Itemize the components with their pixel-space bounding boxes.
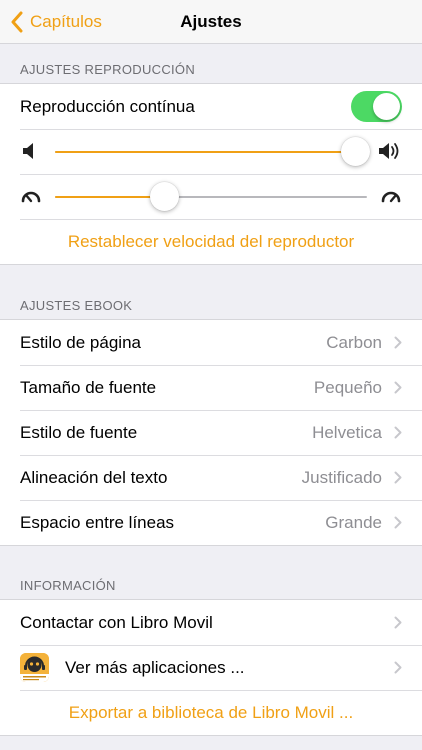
navigation-bar: Capítulos Ajustes bbox=[0, 0, 422, 44]
page-style-value: Carbon bbox=[326, 333, 382, 352]
toggle-knob bbox=[373, 93, 400, 120]
font-size-label: Tamaño de fuente bbox=[20, 378, 157, 397]
continuous-playback-toggle[interactable] bbox=[351, 91, 402, 122]
volume-slider-thumb[interactable] bbox=[340, 137, 370, 166]
app-logo-icon bbox=[20, 653, 49, 682]
playback-settings-group: Reproducción contínua Restablecer veloci… bbox=[0, 83, 422, 265]
font-style-label: Estilo de fuente bbox=[20, 423, 138, 442]
page-style-label: Estilo de página bbox=[20, 333, 141, 352]
speed-slider-thumb[interactable] bbox=[150, 182, 180, 211]
reset-speed-button[interactable]: Restablecer velocidad del reproductor bbox=[0, 219, 422, 264]
chevron-right-icon bbox=[394, 381, 402, 394]
font-size-value: Pequeño bbox=[313, 378, 382, 397]
speed-slider-row bbox=[0, 174, 422, 219]
line-spacing-row[interactable]: Espacio entre líneas Grande bbox=[0, 500, 422, 545]
text-alignment-label: Alineación del texto bbox=[20, 468, 168, 487]
volume-low-icon bbox=[23, 143, 33, 159]
line-spacing-value: Grande bbox=[325, 513, 382, 532]
speed-slow-icon bbox=[21, 191, 41, 203]
page-style-row[interactable]: Estilo de página Carbon bbox=[0, 320, 422, 365]
text-alignment-row[interactable]: Alineación del texto Justificado bbox=[0, 455, 422, 500]
chevron-right-icon bbox=[394, 426, 402, 439]
reset-speed-row[interactable]: Restablecer velocidad del reproductor bbox=[0, 219, 422, 264]
volume-slider[interactable] bbox=[55, 137, 370, 166]
page-title: Ajustes bbox=[180, 12, 242, 31]
export-button[interactable]: Exportar a biblioteca de Libro Movil ... bbox=[0, 690, 422, 735]
contact-label: Contactar con Libro Movil bbox=[20, 613, 213, 632]
speed-slider-fill bbox=[55, 196, 165, 198]
volume-slider-fill bbox=[55, 151, 355, 153]
section-header-ebook: AJUSTES EBOOK bbox=[20, 298, 133, 313]
font-style-value: Helvetica bbox=[312, 423, 382, 442]
continuous-playback-label: Reproducción contínua bbox=[20, 97, 195, 116]
font-size-row[interactable]: Tamaño de fuente Pequeño bbox=[0, 365, 422, 410]
speed-fast-icon bbox=[381, 191, 401, 203]
chevron-right-icon bbox=[394, 336, 402, 349]
speed-slider[interactable] bbox=[55, 182, 367, 211]
export-row[interactable]: Exportar a biblioteca de Libro Movil ... bbox=[0, 690, 422, 735]
contact-row[interactable]: Contactar con Libro Movil bbox=[0, 600, 422, 645]
text-alignment-value: Justificado bbox=[301, 468, 382, 487]
ebook-settings-group: Estilo de página Carbon Tamaño de fuente… bbox=[0, 319, 422, 546]
more-apps-label: Ver más aplicaciones ... bbox=[65, 658, 245, 677]
chevron-right-icon bbox=[394, 516, 402, 529]
section-header-playback: AJUSTES REPRODUCCIÓN bbox=[20, 62, 196, 77]
volume-high-icon bbox=[379, 143, 399, 159]
font-style-row[interactable]: Estilo de fuente Helvetica bbox=[0, 410, 422, 455]
chevron-right-icon bbox=[394, 471, 402, 484]
continuous-playback-row: Reproducción contínua bbox=[0, 84, 422, 129]
more-apps-row[interactable]: Ver más aplicaciones ... bbox=[0, 645, 422, 690]
chevron-right-icon bbox=[394, 661, 402, 674]
line-spacing-label: Espacio entre líneas bbox=[20, 513, 175, 532]
chevron-right-icon bbox=[394, 616, 402, 629]
info-group: Contactar con Libro Movil Ver más aplica… bbox=[0, 599, 422, 736]
volume-slider-row bbox=[0, 129, 422, 174]
section-header-info: INFORMACIÓN bbox=[20, 578, 116, 593]
